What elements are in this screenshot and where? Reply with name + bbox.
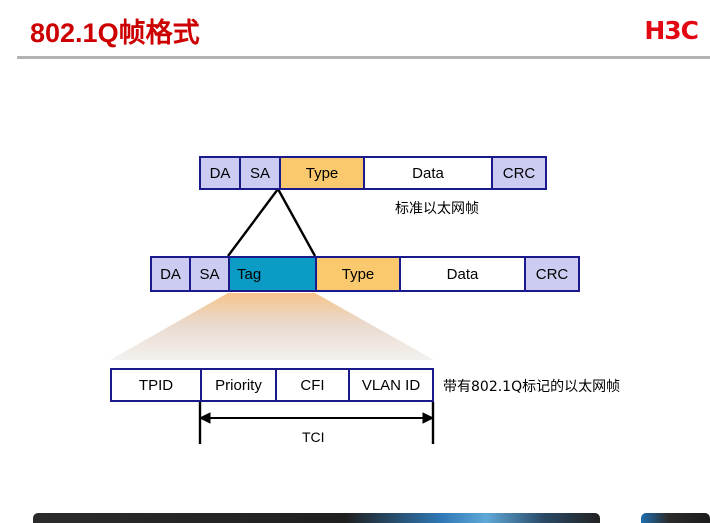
field-crc: CRC [493,158,545,188]
tagged-frame-row: DA SA Tag Type Data CRC [150,256,580,292]
tag-callout-trapezoid [110,293,434,360]
field-sa: SA [241,158,281,188]
tagged-frame-caption: 带有802.1Q标记的以太网帧 [443,379,621,395]
bottom-decoration-bar-right [641,513,710,523]
tagged-field-data: Data [401,258,526,290]
tag-detail-row: TPID Priority CFI VLAN ID [110,368,434,402]
field-da: DA [201,158,241,188]
tagged-field-tag: Tag [230,258,317,290]
frame-connector-lines [227,188,317,257]
bottom-decoration-bar-left [33,513,600,523]
field-data: Data [365,158,493,188]
tagged-field-type: Type [317,258,401,290]
field-type: Type [281,158,365,188]
tci-arrow-head-right [422,412,435,424]
tci-span-label: TCI [302,429,325,445]
tagged-field-crc: CRC [526,258,578,290]
field-cfi: CFI [277,370,350,400]
field-vlan-id: VLAN ID [350,370,432,400]
field-priority: Priority [202,370,277,400]
standard-frame-caption: 标准以太网帧 [395,201,479,217]
tagged-field-da: DA [152,258,191,290]
tagged-field-sa: SA [191,258,230,290]
standard-frame-row: DA SA Type Data CRC [199,156,547,190]
field-tpid: TPID [112,370,202,400]
tci-arrow-head-left [198,412,211,424]
